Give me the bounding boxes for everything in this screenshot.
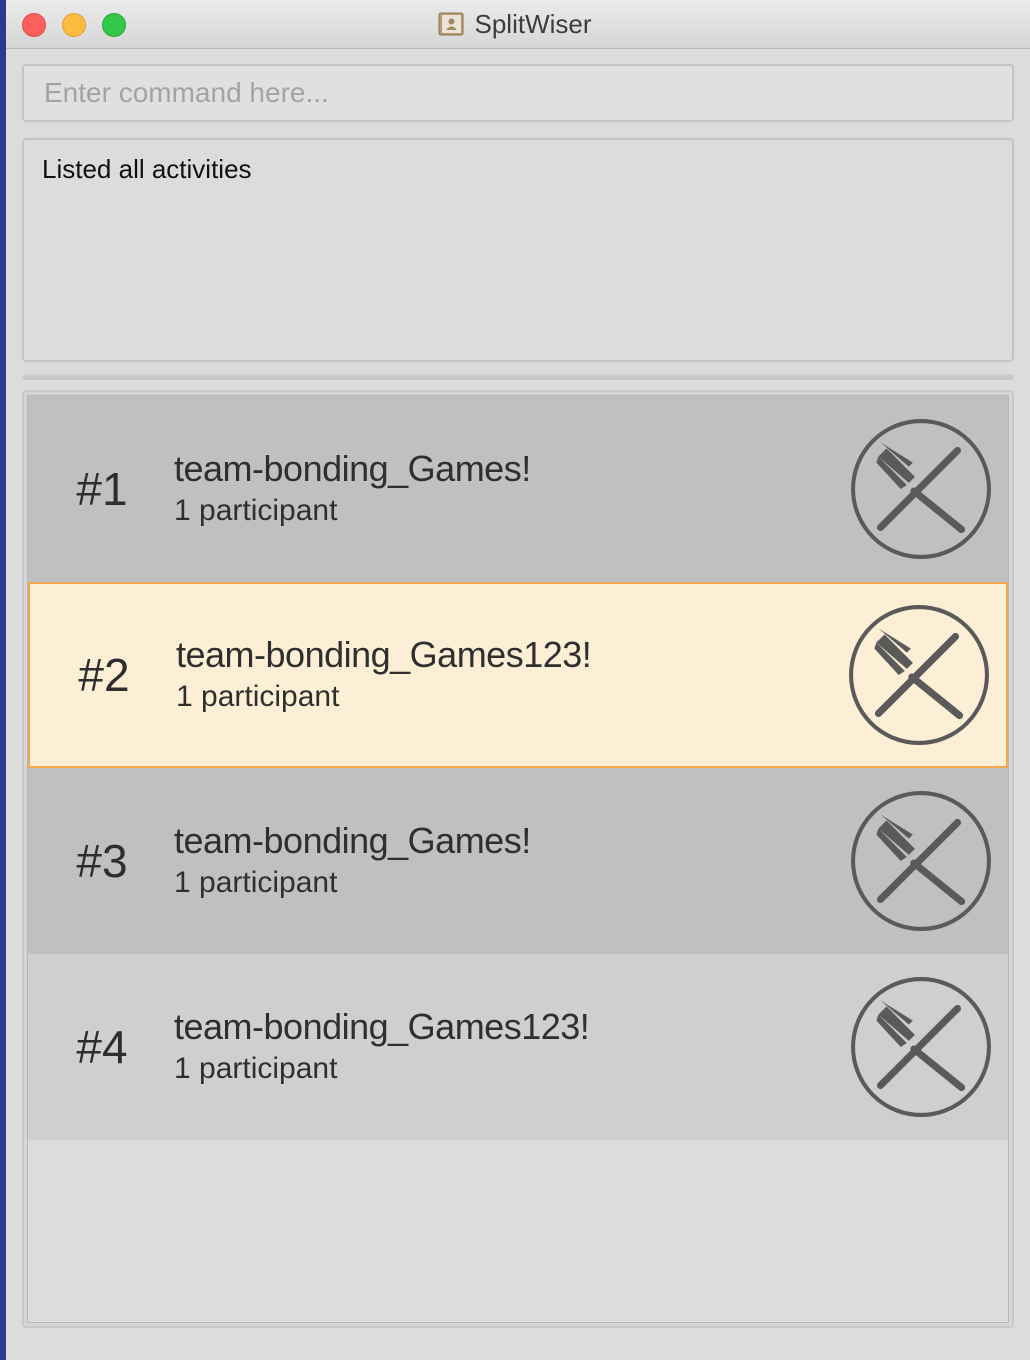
activity-index: #4 [76,1021,128,1073]
activity-title: team-bonding_Games! [174,820,531,861]
activity-list[interactable]: #1 team-bonding_Games! 1 participant #2 … [27,395,1009,1323]
activity-card[interactable]: #3 team-bonding_Games! 1 participant [28,768,1008,954]
window-title-group: SplitWiser [6,0,1030,48]
activity-participants: 1 participant [174,494,338,527]
activity-participants: 1 participant [174,1052,338,1085]
activity-index: #2 [78,649,130,701]
activity-title: team-bonding_Games123! [174,1006,590,1047]
fork-knife-icon [849,605,989,745]
fork-knife-icon [851,419,991,559]
activity-card[interactable]: #1 team-bonding_Games! 1 participant [28,396,1008,582]
result-message: Listed all activities [42,154,252,184]
command-input[interactable] [22,64,1014,122]
activity-details: team-bonding_Games! 1 participant [170,819,850,903]
activity-details: team-bonding_Games! 1 participant [170,447,850,531]
activity-title: team-bonding_Games! [174,448,531,489]
activity-title: team-bonding_Games123! [176,634,592,675]
contacts-book-icon [438,12,464,36]
activity-index: #1 [76,463,128,515]
activity-card[interactable]: #4 team-bonding_Games123! 1 participant [28,954,1008,1140]
app-window: SplitWiser Listed all activities #1 team… [6,0,1030,1360]
activity-index: #3 [76,835,128,887]
activity-list-panel: #1 team-bonding_Games! 1 participant #2 … [22,390,1014,1328]
window-title: SplitWiser [474,8,592,39]
activity-participants: 1 participant [174,866,338,899]
fork-knife-icon [851,791,991,931]
fork-knife-icon [851,977,991,1117]
activity-card-selected[interactable]: #2 team-bonding_Games123! 1 participant [28,582,1008,768]
title-bar[interactable]: SplitWiser [6,0,1030,49]
result-display: Listed all activities [22,138,1014,362]
split-pane-divider[interactable] [22,374,1014,380]
activity-participants: 1 participant [176,680,340,713]
activity-details: team-bonding_Games123! 1 participant [170,1005,850,1089]
activity-details: team-bonding_Games123! 1 participant [172,633,848,717]
